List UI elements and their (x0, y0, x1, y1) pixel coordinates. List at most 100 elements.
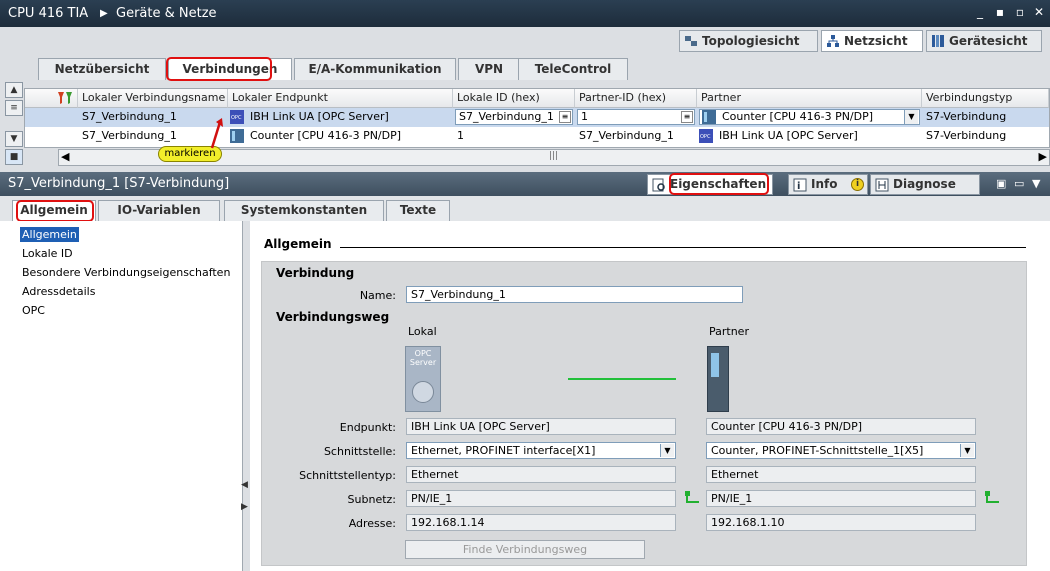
section-heading: Allgemein (264, 237, 332, 251)
header-local-id[interactable]: Lokale ID (hex) (453, 89, 575, 108)
group-verbindung-title: Verbindung (276, 266, 355, 280)
nav-allgemein[interactable]: Allgemein (20, 227, 79, 242)
local-subnetz-field: PN/IE_1 (406, 490, 676, 507)
cell-local-name: S7_Verbindung_1 (82, 129, 177, 142)
breadcrumb-project[interactable]: CPU 416 TIA (8, 6, 88, 21)
splitter-right-icon[interactable]: ▶ (241, 502, 249, 520)
tab-netzuebersicht[interactable]: Netzübersicht (38, 58, 166, 80)
header-local-name[interactable]: Lokaler Verbindungsname (78, 89, 228, 108)
diagnose-icon (875, 178, 889, 192)
header-local-endpoint[interactable]: Lokaler Endpunkt (228, 89, 453, 108)
scroll-down-button[interactable]: ▼ (5, 131, 23, 147)
list-icon[interactable]: ≡ (5, 100, 23, 116)
device-icon (932, 35, 944, 47)
header-connection-type[interactable]: Verbindungstyp (922, 89, 1049, 108)
inspector-collapse-icon[interactable]: ▼ (1032, 177, 1040, 190)
tile-button[interactable]: ▪ (993, 5, 1007, 19)
network-icon (827, 35, 839, 47)
minimize-button[interactable]: _ (973, 5, 987, 19)
partner-id-field[interactable]: 1 ≡ (577, 109, 695, 125)
nav-adressdetails[interactable]: Adressdetails (20, 284, 97, 299)
tab-telecontrol[interactable]: TeleControl (518, 58, 628, 80)
scroll-up-button[interactable]: ▲ (5, 82, 23, 98)
nav-opc[interactable]: OPC (20, 303, 47, 318)
subnetz-label: Subnetz: (347, 493, 396, 506)
inspector-minimize-icon[interactable]: ▭ (1014, 177, 1024, 190)
chevron-down-icon[interactable]: ▼ (660, 444, 674, 457)
cpu-icon (230, 129, 244, 143)
filter-header[interactable] (25, 89, 78, 108)
header-partner-id[interactable]: Partner-ID (hex) (575, 89, 697, 108)
highlight-verbindungen (166, 57, 272, 81)
svg-text:OPC: OPC (700, 134, 711, 140)
opc-icon: OPC (699, 129, 713, 143)
list-picker-icon[interactable]: ≡ (559, 111, 571, 123)
tab-info[interactable]: i Info i (788, 174, 868, 195)
list-picker-icon[interactable]: ≡ (681, 111, 693, 123)
tab-io-variablen[interactable]: IO-Variablen (98, 200, 220, 221)
local-schnittstellentyp-field: Ethernet (406, 466, 676, 483)
tab-ea-kommunikation[interactable]: E/A-Kommunikation (294, 58, 456, 80)
network-node-icon[interactable]: ■ (5, 149, 23, 165)
header-partner[interactable]: Partner (697, 89, 922, 108)
table-row[interactable]: S7_Verbindung_1 OPC IBH Link UA [OPC Ser… (25, 108, 1049, 127)
cell-connection-type: S7-Verbindung (926, 110, 1007, 123)
tab-topologiesicht[interactable]: Topologiesicht (679, 30, 818, 52)
tab-texte[interactable]: Texte (386, 200, 450, 221)
local-schnittstelle-dropdown[interactable]: Ethernet, PROFINET interface[X1] ▼ (406, 442, 676, 459)
endpunkt-label: Endpunkt: (339, 421, 396, 434)
group-verbindungsweg-title: Verbindungsweg (276, 310, 390, 324)
local-endpunkt-field: IBH Link UA [OPC Server] (406, 418, 676, 435)
highlight-allgemein (16, 200, 94, 222)
properties-icon (652, 178, 665, 192)
scroll-left-icon[interactable]: ◀ (61, 150, 69, 163)
subnet-icon (985, 491, 999, 503)
name-input[interactable]: S7_Verbindung_1 (406, 286, 743, 303)
partner-subnetz-field: PN/IE_1 (706, 490, 976, 507)
breadcrumb-current[interactable]: Geräte & Netze (116, 6, 217, 21)
maximize-button[interactable]: ▫ (1013, 5, 1027, 19)
highlight-eigenschaften (669, 173, 769, 195)
callout-arrow-icon (210, 118, 223, 149)
nav-besondere-verbindungseigenschaften[interactable]: Besondere Verbindungseigenschaften (20, 265, 232, 280)
tab-geraetesicht[interactable]: Gerätesicht (926, 30, 1042, 52)
local-adresse-field: 192.168.1.14 (406, 514, 676, 531)
chevron-down-icon[interactable]: ▼ (904, 110, 918, 124)
property-nav: Allgemein Lokale ID Besondere Verbindung… (0, 221, 243, 571)
title-bar: CPU 416 TIA ▶ Geräte & Netze _ ▪ ▫ ✕ (0, 0, 1050, 27)
filter-icon (58, 92, 72, 104)
nav-lokale-id[interactable]: Lokale ID (20, 246, 75, 261)
lokal-label: Lokal (408, 325, 437, 338)
info-icon: i (793, 178, 807, 192)
close-button[interactable]: ✕ (1032, 5, 1046, 19)
partner-schnittstelle-dropdown[interactable]: Counter, PROFINET-Schnittstelle_1[X5] ▼ (706, 442, 976, 459)
partner-label: Partner (709, 325, 749, 338)
cell-connection-type: S7-Verbindung (926, 129, 1007, 142)
scroll-right-icon[interactable]: ▶ (1039, 150, 1047, 163)
subnet-icon (685, 491, 699, 503)
inspector-restore-icon[interactable]: ▣ (996, 177, 1006, 190)
tab-diagnose[interactable]: Diagnose (870, 174, 980, 195)
scroll-grip-icon[interactable]: ||| (549, 151, 558, 161)
splitter-left-icon[interactable]: ◀ (241, 480, 249, 498)
partner-dropdown[interactable]: Counter [CPU 416-3 PN/DP] ▼ (699, 109, 920, 125)
info-badge: i (851, 178, 864, 191)
chevron-down-icon[interactable]: ▼ (960, 444, 974, 457)
name-label: Name: (359, 289, 396, 302)
inspector-title: S7_Verbindung_1 [S7-Verbindung] (8, 176, 230, 191)
find-connection-path-button[interactable]: Finde Verbindungsweg (405, 540, 645, 559)
opc-icon: OPC (230, 110, 244, 124)
cell-local-name: S7_Verbindung_1 (82, 110, 177, 123)
partner-endpunkt-field: Counter [CPU 416-3 PN/DP] (706, 418, 976, 435)
tab-vpn[interactable]: VPN (458, 58, 520, 80)
opc-server-device-icon: OPC Server (405, 346, 441, 412)
table-row[interactable]: S7_Verbindung_1 Counter [CPU 416-3 PN/DP… (25, 127, 1049, 146)
tab-systemkonstanten[interactable]: Systemkonstanten (224, 200, 384, 221)
cell-local-endpoint: IBH Link UA [OPC Server] (250, 110, 389, 123)
tab-netzsicht[interactable]: Netzsicht (821, 30, 923, 52)
local-id-field[interactable]: S7_Verbindung_1 ≡ (455, 109, 573, 125)
schnittstelle-label: Schnittstelle: (323, 445, 396, 458)
cell-partner-id: S7_Verbindung_1 (579, 129, 674, 142)
schnittstellentyp-label: Schnittstellentyp: (299, 469, 396, 482)
svg-text:i: i (797, 181, 800, 192)
